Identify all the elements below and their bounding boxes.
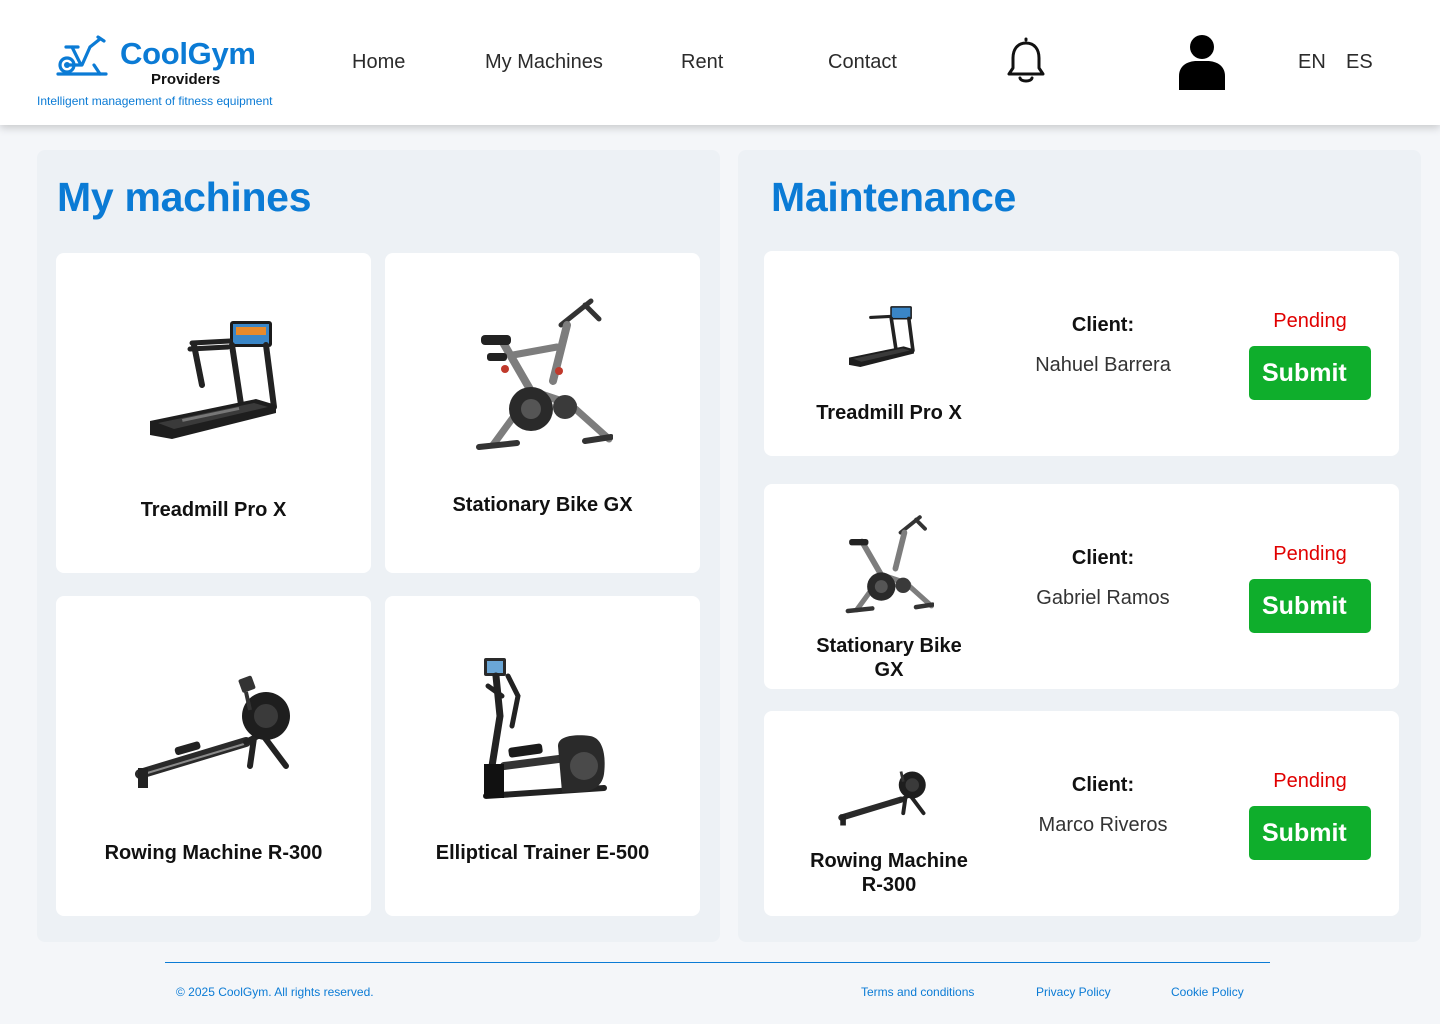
footer-copyright: © 2025 CoolGym. All rights reserved. [176,985,374,999]
nav-home-link[interactable]: Home [352,51,405,74]
maintenance-title: Maintenance [771,174,1017,220]
client-label: Client: [1071,547,1135,569]
machine-card-treadmill[interactable]: Treadmill Pro X [56,253,371,573]
machine-name-line-2: R-300 [861,874,917,896]
stationary-bike-icon [845,515,934,614]
my-machines-title: My machines [57,174,312,220]
status-badge: Pending [1273,543,1347,565]
rowing-machine-icon [838,771,926,826]
machine-card-stationary-bike[interactable]: Stationary Bike GX [385,253,700,573]
maintenance-machine-name: Stationary Bike GX [816,635,962,681]
footer-privacy-link[interactable]: Privacy Policy [1036,985,1111,999]
footer-terms-link[interactable]: Terms and conditions [861,985,974,999]
language-es-option[interactable]: ES [1346,51,1373,74]
top-header: CoolGym Providers Intelligent management… [0,0,1440,125]
machine-card-rowing-machine[interactable]: Rowing Machine R-300 [56,596,371,916]
client-name: Nahuel Barrera [1035,354,1171,376]
machine-name: Rowing Machine R-300 [104,842,323,864]
client-label: Client: [1071,314,1135,336]
brand-tagline: Intelligent management of fitness equipm… [37,94,273,108]
nav-rent-link[interactable]: Rent [681,51,723,74]
submit-button[interactable]: Submit [1249,806,1371,860]
brand-name: CoolGym [120,36,256,71]
stationary-bike-icon [475,298,613,450]
maintenance-request-card: Stationary Bike GX Client: Gabriel Ramos… [764,484,1399,689]
nav-contact-link[interactable]: Contact [828,51,897,74]
machine-name-line-1: Rowing Machine [810,850,968,872]
rowing-machine-icon [134,675,290,788]
maintenance-panel: Maintenance Treadmill Pro X Client: Nahu… [738,150,1421,942]
submit-button[interactable]: Submit [1249,579,1371,633]
elliptical-trainer-icon [482,658,607,799]
status-badge: Pending [1273,770,1347,792]
footer-divider [165,962,1270,963]
client-name: Marco Riveros [1038,814,1168,836]
maintenance-request-card: Treadmill Pro X Client: Nahuel Barrera P… [764,251,1399,456]
treadmill-icon [849,306,915,367]
brand-subtitle: Providers [151,71,221,88]
submit-button[interactable]: Submit [1249,346,1371,400]
client-name: Gabriel Ramos [1036,587,1170,609]
language-en-option[interactable]: EN [1298,51,1326,74]
user-profile-icon[interactable] [1177,32,1227,90]
my-machines-panel: My machines Treadmill Pro X Stationary B… [37,150,720,942]
machine-name: Treadmill Pro X [140,499,287,521]
exercise-bike-logo-icon [56,35,108,76]
treadmill-icon [149,321,277,439]
machine-name: Stationary Bike GX [452,494,633,516]
status-badge: Pending [1273,310,1347,332]
maintenance-machine-name: Rowing Machine R-300 [799,849,979,897]
client-label: Client: [1071,774,1135,796]
machine-name: Elliptical Trainer E-500 [435,842,650,864]
nav-my-machines-link[interactable]: My Machines [485,51,603,74]
bell-icon[interactable] [1005,36,1047,86]
maintenance-request-card: Rowing Machine R-300 Client: Marco River… [764,711,1399,916]
machine-card-elliptical-trainer[interactable]: Elliptical Trainer E-500 [385,596,700,916]
footer-cookie-link[interactable]: Cookie Policy [1171,985,1244,999]
maintenance-machine-name: Treadmill Pro X [816,402,962,424]
